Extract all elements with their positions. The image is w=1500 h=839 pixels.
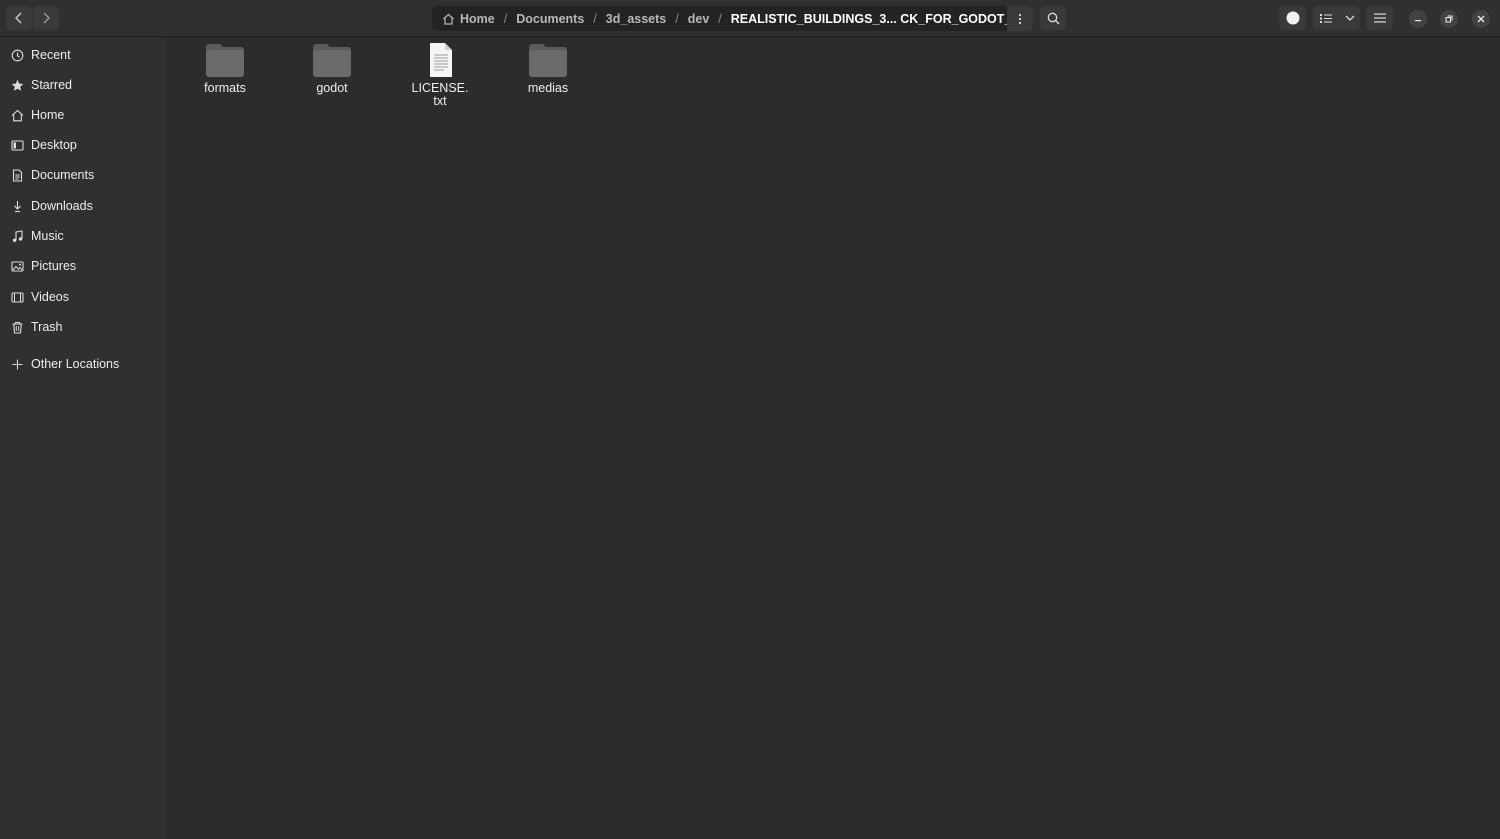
minimize-icon [1415,20,1421,22]
sidebar-item-music[interactable]: Music [0,222,167,250]
folder-item-medias[interactable]: medias [503,42,593,95]
circle-icon [1286,11,1299,25]
sidebar-item-label: Trash [31,320,63,334]
breadcrumb-documents[interactable]: Documents [513,12,587,26]
breadcrumb-label: Home [460,11,495,26]
sidebar-item-starred[interactable]: Starred [0,71,167,99]
file-name: formats [204,81,246,95]
sidebar-item-label: Pictures [31,259,77,273]
sidebar-item-label: Desktop [31,138,77,152]
forward-button[interactable] [33,6,59,30]
sidebar-item-other-locations[interactable]: Other Locations [0,350,167,378]
back-button[interactable] [6,6,32,30]
file-name: godot [316,81,348,95]
breadcrumb-current-folder[interactable]: REALISTIC_BUILDINGS_3... CK_FOR_GODOT_VO… [728,12,1033,26]
header-bar: Home / Documents / 3d_assets / dev / REA… [0,0,1500,37]
picture-icon [11,260,24,273]
file-item-license[interactable]: LICENSE. txt [395,42,485,108]
trash-icon [11,321,24,334]
file-name: medias [527,81,569,95]
home-icon [11,109,24,122]
search-button[interactable] [1040,6,1066,30]
download-icon [11,200,24,213]
breadcrumb-label: dev [687,11,710,26]
text-file-icon [430,43,452,77]
breadcrumb-separator: / [718,11,722,26]
sidebar-item-label: Recent [31,48,71,62]
file-view[interactable]: formats godot LICENSE. txt medias [168,38,1500,839]
operations-button[interactable] [1279,6,1306,30]
folder-icon [313,44,351,77]
breadcrumb-3d-assets[interactable]: 3d_assets [603,12,669,26]
music-icon [11,229,24,243]
view-options-dropdown[interactable] [1339,6,1360,30]
desktop-icon [11,139,24,152]
sidebar-item-documents[interactable]: Documents [0,161,167,189]
star-icon [11,79,24,92]
breadcrumb-separator: / [593,11,597,26]
breadcrumb-dev[interactable]: dev [685,12,713,26]
sidebar-item-label: Music [31,229,64,243]
list-view-button[interactable] [1313,6,1339,30]
sidebar-item-label: Starred [31,78,72,92]
clock-icon [11,49,24,62]
breadcrumb-separator: / [675,11,679,26]
chevron-down-icon [1345,15,1354,21]
home-icon [443,13,454,25]
search-icon [1047,12,1059,24]
breadcrumb-separator: / [503,11,508,26]
document-icon [11,168,24,182]
sidebar-item-downloads[interactable]: Downloads [0,192,167,220]
breadcrumb-label: Documents [516,11,585,26]
sidebar-item-label: Home [31,108,65,122]
sidebar-item-videos[interactable]: Videos [0,283,167,311]
sidebar-item-recent[interactable]: Recent [0,41,167,69]
sidebar-item-home[interactable]: Home [0,101,167,129]
breadcrumb-label: 3d_assets [605,11,667,26]
sidebar-item-label: Downloads [31,199,93,213]
folder-icon [529,44,567,77]
chevron-right-icon [43,12,50,24]
folder-item-godot[interactable]: godot [287,42,377,95]
hamburger-menu-icon [1373,13,1386,23]
sidebar-item-label: Videos [31,290,69,304]
file-name: LICENSE. txt [411,81,469,108]
folder-icon [206,44,244,77]
more-vertical-icon [1018,13,1022,24]
breadcrumb-label: REALISTIC_BUILDINGS_3... CK_FOR_GODOT_VO… [730,11,1033,26]
sidebar-item-trash[interactable]: Trash [0,313,167,341]
file-manager-window: Home / Documents / 3d_assets / dev / REA… [0,0,1500,839]
list-view-icon [1320,13,1332,23]
path-menu-button[interactable] [1007,6,1033,31]
sidebar: Recent Starred Home Desktop Documents Do… [0,38,168,839]
sidebar-item-label: Documents [31,168,95,182]
folder-item-formats[interactable]: formats [180,42,270,95]
close-button[interactable] [1472,10,1490,28]
chevron-left-icon [15,12,22,24]
breadcrumb: Home / Documents / 3d_assets / dev / REA… [432,6,1033,31]
video-icon [11,291,24,304]
close-icon [1477,15,1485,23]
sidebar-item-label: Other Locations [31,357,120,371]
plus-icon [11,358,24,371]
main-menu-button[interactable] [1366,6,1393,30]
sidebar-item-pictures[interactable]: Pictures [0,252,167,280]
maximize-button[interactable] [1440,10,1458,28]
minimize-button[interactable] [1409,10,1427,28]
breadcrumb-home[interactable]: Home [439,12,498,26]
sidebar-item-desktop[interactable]: Desktop [0,131,167,159]
restore-icon [1445,15,1453,23]
